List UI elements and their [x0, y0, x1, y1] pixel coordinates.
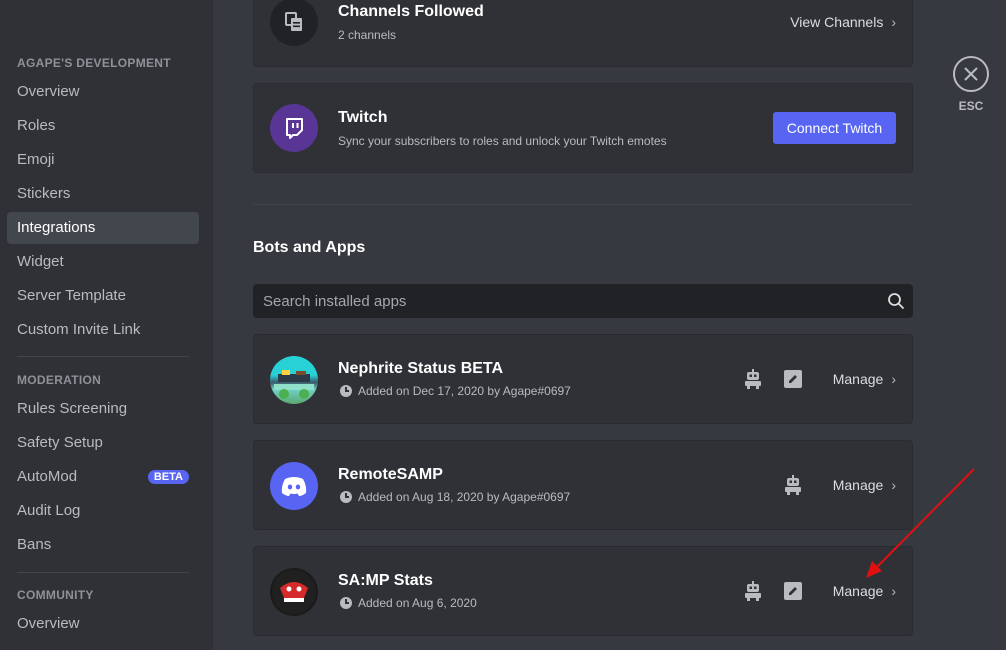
sidebar-item-custom-invite-link[interactable]: Custom Invite Link: [7, 314, 199, 346]
app-added-info: Added on Aug 18, 2020 by Agape#0697: [340, 490, 570, 504]
pencil-icon: [789, 587, 797, 595]
chevron-right-icon: ›: [891, 14, 896, 30]
twitch-card: Twitch Sync your subscribers to roles an…: [253, 83, 913, 173]
sidebar-item-server-template[interactable]: Server Template: [7, 280, 199, 312]
chevron-right-icon: ›: [891, 583, 896, 599]
app-added-text: Added on Dec 17, 2020 by Agape#0697: [358, 384, 571, 398]
app-added-info: Added on Aug 6, 2020: [340, 596, 477, 610]
sidebar-divider: [17, 572, 189, 573]
app-avatar: [270, 462, 318, 510]
sidebar-item-roles[interactable]: Roles: [7, 110, 199, 142]
chevron-right-icon: ›: [891, 371, 896, 387]
sidebar-item-bans[interactable]: Bans: [7, 529, 199, 561]
bots-and-apps-title: Bots and Apps: [253, 239, 366, 256]
clock-icon: [340, 491, 352, 503]
app-card-samp-stats: SA:MP Stats Added on Aug 6, 2020 Manage …: [253, 546, 913, 636]
app-card-nephrite: Nephrite Status BETA Added on Dec 17, 20…: [253, 334, 913, 424]
sidebar-item-integrations[interactable]: Integrations: [7, 212, 199, 244]
pencil-icon: [789, 375, 797, 383]
app-name: RemoteSAMP: [338, 466, 443, 483]
sidebar-divider: [17, 356, 189, 357]
channels-followed-count: 2 channels: [338, 28, 397, 42]
clock-icon: [340, 597, 352, 609]
sidebar-item-rules-screening[interactable]: Rules Screening: [7, 393, 199, 425]
app-added-info: Added on Dec 17, 2020 by Agape#0697: [340, 384, 571, 398]
server-settings-window: Agape's Development Overview Roles Emoji…: [0, 0, 1006, 650]
close-icon: [964, 67, 978, 81]
connect-twitch-button[interactable]: Connect Twitch: [773, 112, 896, 144]
app-added-text: Added on Aug 6, 2020: [358, 596, 477, 610]
edit-icon[interactable]: [784, 370, 802, 388]
search-icon[interactable]: [887, 292, 905, 310]
twitch-subtitle: Sync your subscribers to roles and unloc…: [338, 134, 667, 148]
sidebar-item-audit-log[interactable]: Audit Log: [7, 495, 199, 527]
samp-logo-icon: [272, 570, 316, 614]
app-avatar: [270, 568, 318, 616]
sidebar-item-stickers[interactable]: Stickers: [7, 178, 199, 210]
search-apps-input[interactable]: [253, 284, 873, 318]
manage-button[interactable]: Manage ›: [833, 371, 896, 387]
app-card-remotesamp: RemoteSAMP Added on Aug 18, 2020 by Agap…: [253, 440, 913, 530]
manage-label: Manage: [832, 371, 884, 387]
channels-followed-title: Channels Followed: [338, 3, 484, 20]
app-avatar: [270, 356, 318, 404]
sidebar-item-safety-setup[interactable]: Safety Setup: [7, 427, 199, 459]
channels-followed-avatar: [270, 0, 318, 46]
twitch-title: Twitch: [338, 109, 388, 126]
twitch-avatar: [270, 104, 318, 152]
bot-permissions-icon[interactable]: [742, 580, 764, 602]
close-settings: ESC: [953, 56, 989, 116]
sidebar-header-server: Agape's Development: [17, 56, 171, 70]
sidebar-header-moderation: Moderation: [17, 373, 102, 387]
nephrite-logo-icon: [274, 370, 314, 399]
manage-label: Manage: [832, 583, 884, 599]
app-name: SA:MP Stats: [338, 572, 433, 589]
bot-permissions-icon[interactable]: [742, 368, 764, 390]
settings-sidebar: Agape's Development Overview Roles Emoji…: [0, 0, 213, 650]
section-divider: [253, 204, 913, 205]
sidebar-item-community-overview[interactable]: Overview: [7, 608, 199, 640]
sidebar-item-overview[interactable]: Overview: [7, 76, 199, 108]
app-name: Nephrite Status BETA: [338, 360, 504, 377]
edit-icon[interactable]: [784, 582, 802, 600]
esc-label: ESC: [958, 99, 984, 113]
sidebar-item-widget[interactable]: Widget: [7, 246, 199, 278]
app-added-text: Added on Aug 18, 2020 by Agape#0697: [358, 490, 571, 504]
bot-permissions-icon[interactable]: [782, 474, 804, 496]
view-channels-label: View Channels: [790, 14, 884, 30]
channels-followed-card: Channels Followed 2 channels View Channe…: [253, 0, 913, 67]
sidebar-header-community: Community: [17, 588, 94, 602]
discord-logo-icon: [281, 477, 307, 496]
sidebar-item-automod[interactable]: AutoMod BETA: [7, 461, 199, 493]
close-button[interactable]: [953, 56, 989, 92]
manage-button[interactable]: Manage ›: [833, 583, 896, 599]
twitch-icon: [286, 118, 303, 139]
annotation-arrow-icon: [866, 468, 975, 578]
clock-icon: [340, 385, 352, 397]
beta-badge: BETA: [147, 470, 189, 484]
channel-follow-icon: [285, 12, 302, 31]
sidebar-item-emoji[interactable]: Emoji: [7, 144, 199, 176]
sidebar-item-automod-label: AutoMod: [17, 468, 78, 485]
search-apps-bar: [253, 284, 913, 318]
view-channels-link[interactable]: View Channels ›: [790, 14, 896, 30]
